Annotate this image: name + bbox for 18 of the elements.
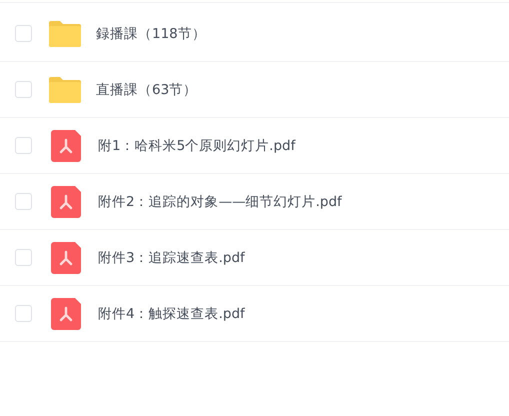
file-name[interactable]: 附件4：触探速查表.pdf: [98, 304, 245, 322]
file-name[interactable]: 附件2：追踪的对象——细节幻灯片.pdf: [98, 192, 342, 210]
checkbox[interactable]: [15, 305, 32, 322]
folder-icon: [48, 76, 82, 104]
folder-icon: [48, 20, 82, 48]
checkbox[interactable]: [15, 25, 32, 42]
file-name[interactable]: 附件3：追踪速查表.pdf: [98, 248, 245, 266]
checkbox[interactable]: [15, 193, 32, 210]
checkbox[interactable]: [15, 137, 32, 154]
file-name[interactable]: 附1：哈科米5个原则幻灯片.pdf: [98, 136, 296, 154]
pdf-file-icon: [50, 242, 84, 274]
pdf-file-icon: [50, 130, 84, 162]
checkbox[interactable]: [15, 249, 32, 266]
file-name[interactable]: 直播課（63节）: [96, 80, 198, 98]
pdf-file-icon: [50, 186, 84, 218]
pdf-file-icon: [50, 298, 84, 330]
checkbox[interactable]: [15, 81, 32, 98]
file-name[interactable]: 録播課（118节）: [96, 24, 206, 42]
